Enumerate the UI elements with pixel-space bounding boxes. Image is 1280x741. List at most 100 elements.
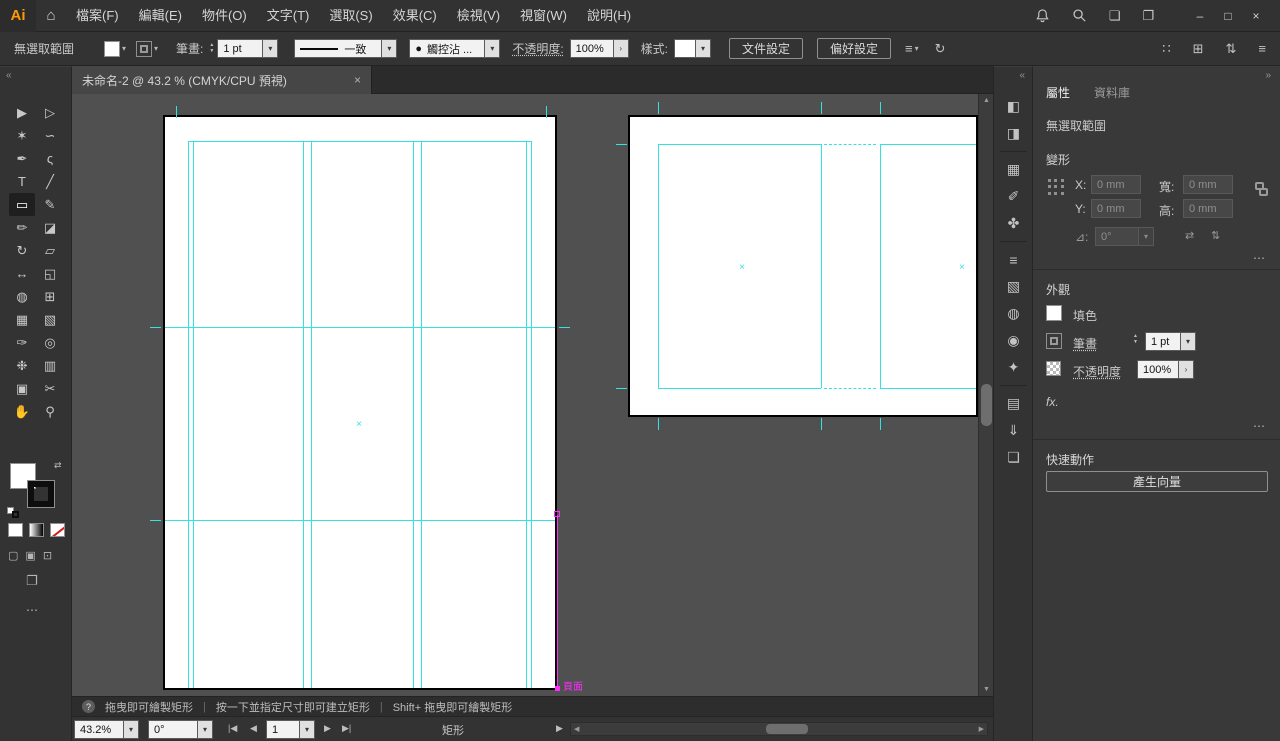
constrain-proportions-icon[interactable] — [1255, 182, 1269, 202]
shape-builder-tool[interactable]: ◍ — [9, 285, 35, 308]
brushes-icon[interactable]: ✐ — [994, 183, 1033, 210]
stroke-caret-icon[interactable]: ▾ — [154, 44, 158, 53]
magic-wand-tool[interactable]: ✶ — [9, 124, 35, 147]
stepper-down-icon[interactable]: ▼ — [1133, 340, 1138, 345]
curvature-tool[interactable]: ς — [37, 147, 63, 170]
horizontal-scrollbar-thumb[interactable] — [766, 724, 808, 734]
tab-libraries[interactable]: 資料庫 — [1094, 84, 1130, 101]
hand-tool[interactable]: ✋ — [9, 400, 35, 423]
column-graph-tool[interactable]: ▥ — [37, 354, 63, 377]
scroll-right-icon[interactable]: ▶ — [979, 725, 984, 733]
home-icon[interactable]: ⌂ — [36, 0, 66, 32]
gradient-button[interactable] — [29, 523, 44, 537]
vertical-scrollbar-thumb[interactable] — [981, 384, 992, 426]
zoom-tool[interactable]: ⚲ — [37, 400, 63, 423]
symbols-icon[interactable]: ✤ — [994, 210, 1033, 237]
width-tool[interactable]: ↔ — [9, 262, 35, 285]
stroke-weight-input[interactable]: 1 pt — [217, 39, 263, 58]
artboard-number-input[interactable]: 1 — [266, 720, 300, 739]
menu-help[interactable]: 說明(H) — [577, 0, 641, 32]
pencil-tool[interactable]: ✏ — [9, 216, 35, 239]
opacity-expand[interactable]: › — [614, 39, 629, 58]
stroke-weight-input[interactable]: 1 pt — [1145, 332, 1181, 351]
help-icon[interactable]: ? — [82, 700, 95, 713]
menu-type[interactable]: 文字(T) — [257, 0, 320, 32]
lasso-tool[interactable]: ∽ — [37, 124, 63, 147]
swatches-icon[interactable]: ▦ — [994, 156, 1033, 183]
zoom-caret[interactable]: ▾ — [124, 720, 139, 739]
generate-vector-button[interactable]: 產生向量 — [1046, 471, 1268, 492]
menu-window[interactable]: 視窗(W) — [510, 0, 577, 32]
preferences-button[interactable]: 偏好設定 — [817, 38, 891, 59]
menu-file[interactable]: 檔案(F) — [66, 0, 129, 32]
previous-artboard-icon[interactable]: ◀ — [250, 723, 257, 734]
menu-effect[interactable]: 效果(C) — [383, 0, 447, 32]
last-artboard-icon[interactable]: ▶| — [342, 723, 351, 734]
maximize-button[interactable]: □ — [1214, 0, 1242, 32]
color-icon[interactable]: ◧ — [994, 93, 1033, 120]
stroke-label[interactable]: 筆畫 — [1073, 335, 1097, 352]
control-panel-menu-icon[interactable]: ≡ — [1258, 41, 1266, 56]
layers-icon[interactable]: ▤ — [994, 390, 1033, 417]
scroll-down-icon[interactable]: ▼ — [979, 686, 993, 693]
direct-selection-tool[interactable]: ▷ — [37, 101, 63, 124]
transparency-icon[interactable]: ◍ — [994, 300, 1033, 327]
workspace-layout-icon[interactable]: ❏ — [1109, 8, 1121, 24]
graphic-styles-icon[interactable]: ✦ — [994, 354, 1033, 381]
draw-inside-icon[interactable]: ⊡ — [43, 549, 52, 562]
perspective-grid-tool[interactable]: ⊞ — [37, 285, 63, 308]
rotate-angle-input[interactable]: 0° — [1095, 227, 1139, 246]
dock-collapse-icon[interactable]: « — [1019, 70, 1025, 81]
rotate-tool[interactable]: ↻ — [9, 239, 35, 262]
artboard-tool[interactable]: ▣ — [9, 377, 35, 400]
scale-tool[interactable]: ▱ — [37, 239, 63, 262]
minimize-button[interactable]: – — [1186, 0, 1214, 32]
status-expand-icon[interactable]: ▶ — [556, 723, 563, 734]
search-icon[interactable] — [1072, 8, 1087, 23]
brush-dropdown[interactable]: ●觸控沾 ... — [409, 39, 485, 58]
menu-object[interactable]: 物件(O) — [192, 0, 257, 32]
illustrator-logo[interactable]: Ai — [0, 0, 36, 32]
gradient-tool[interactable]: ▧ — [37, 308, 63, 331]
x-input[interactable]: 0 mm — [1091, 175, 1141, 194]
opacity-input[interactable]: 100% — [1137, 360, 1179, 379]
opacity-label[interactable]: 不透明度: — [512, 40, 563, 57]
opacity-swatch[interactable] — [1046, 361, 1061, 376]
swap-fill-stroke-icon[interactable]: ⇄ — [54, 460, 62, 471]
fx-label[interactable]: fx. — [1046, 395, 1059, 409]
menu-view[interactable]: 檢視(V) — [447, 0, 510, 32]
bell-icon[interactable] — [1035, 8, 1050, 23]
fill-color-swatch[interactable] — [104, 41, 120, 57]
toolbar-collapse-icon[interactable]: « — [6, 70, 12, 81]
scroll-up-icon[interactable]: ▲ — [979, 97, 993, 104]
stroke-profile-dropdown[interactable]: 一致 — [294, 39, 382, 58]
edit-toolbar-icon[interactable]: ⋯ — [26, 603, 39, 617]
y-input[interactable]: 0 mm — [1091, 199, 1141, 218]
slice-tool[interactable]: ✂ — [37, 377, 63, 400]
document-tab[interactable]: 未命名-2 @ 43.2 % (CMYK/CPU 預視) × — [72, 66, 372, 94]
appearance-more-options-icon[interactable]: ⋯ — [1253, 419, 1266, 433]
type-tool[interactable]: T — [9, 170, 35, 193]
stroke-color-swatch[interactable] — [136, 41, 152, 57]
flip-vertical-icon[interactable]: ⇅ — [1211, 229, 1220, 242]
zoom-level-input[interactable]: 43.2% — [74, 720, 124, 739]
height-input[interactable]: 0 mm — [1183, 199, 1233, 218]
gradient-icon[interactable]: ▧ — [994, 273, 1033, 300]
symbol-sprayer-tool[interactable]: ❉ — [9, 354, 35, 377]
free-transform-tool[interactable]: ◱ — [37, 262, 63, 285]
scroll-left-icon[interactable]: ◀ — [574, 725, 579, 733]
mesh-tool[interactable]: ▦ — [9, 308, 35, 331]
flip-horizontal-icon[interactable]: ⇄ — [1185, 229, 1194, 242]
stroke-swatch[interactable] — [1046, 333, 1062, 349]
opacity-label[interactable]: 不透明度 — [1073, 363, 1121, 380]
selection-tool[interactable]: ▶ — [9, 101, 35, 124]
artboards-icon[interactable]: ❏ — [994, 444, 1033, 471]
opacity-input[interactable]: 100% — [570, 39, 614, 58]
stroke-profile-caret[interactable]: ▾ — [382, 39, 397, 58]
menu-select[interactable]: 選取(S) — [319, 0, 382, 32]
first-artboard-icon[interactable]: |◀ — [228, 723, 237, 734]
align-options-icon[interactable]: ≡ — [905, 41, 913, 56]
style-swatch[interactable] — [674, 39, 696, 58]
rotation-caret[interactable]: ▾ — [198, 720, 213, 739]
opacity-expand[interactable]: › — [1179, 360, 1194, 379]
